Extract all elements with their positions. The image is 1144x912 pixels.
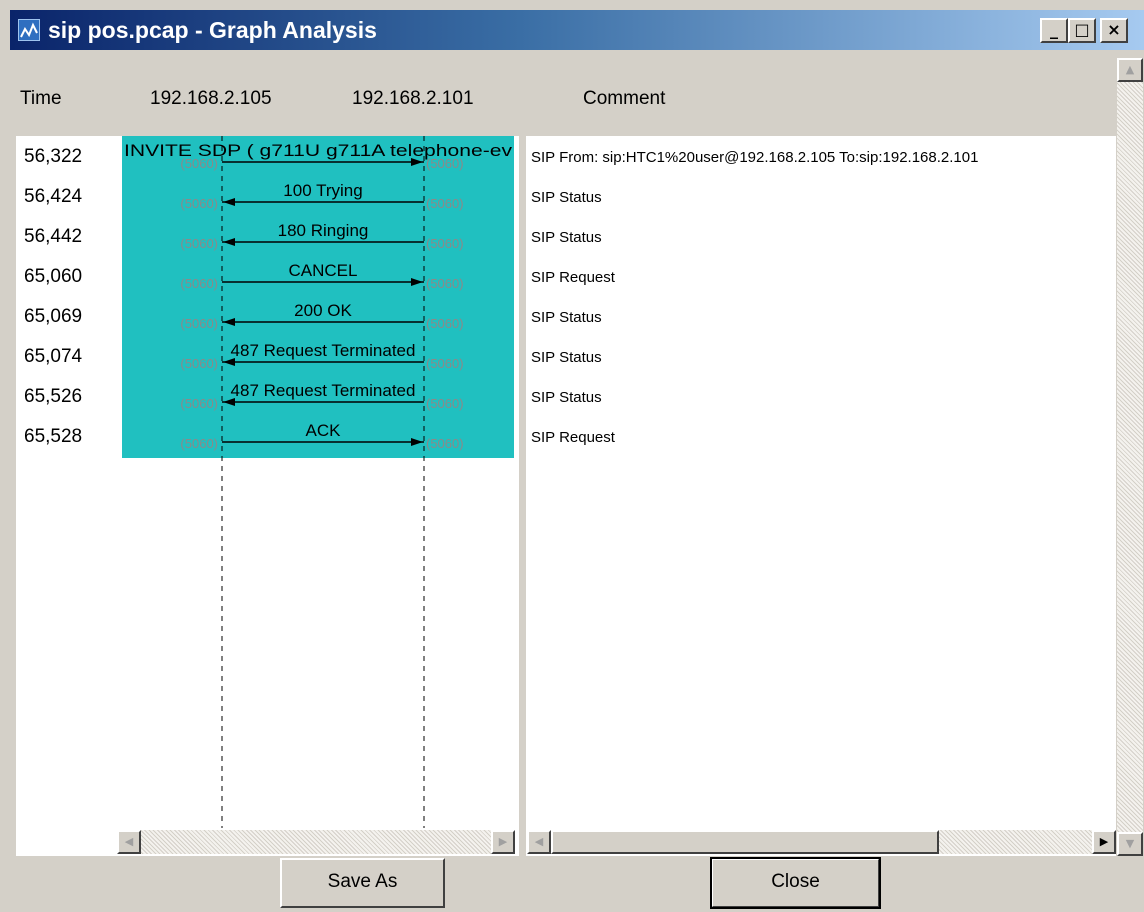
save-as-label: Save As (327, 871, 398, 892)
graph-scroll-right-button[interactable]: ▶ (491, 830, 515, 854)
header-host-b: 192.168.2.101 (352, 88, 474, 109)
message-label: ACK (306, 421, 342, 440)
flow-graph[interactable]: (5060) (5060) INVITE SDP ( g711U g711A tel… (122, 136, 514, 828)
dest-port-label: (5060) (426, 436, 464, 451)
comment-scroll-right-button[interactable]: ▶ (1092, 830, 1116, 854)
comment-cell[interactable]: SIP From: sip:HTC1%20user@192.168.2.105 … (531, 149, 978, 166)
graph-scroll-left-button[interactable]: ◀ (117, 830, 141, 854)
comment-horizontal-scrollbar[interactable]: ◀ ▶ (527, 830, 1116, 854)
save-as-button[interactable]: Save As (280, 858, 445, 908)
source-port-label: (5060) (180, 396, 218, 411)
source-port-label: (5060) (180, 276, 218, 291)
message-label: CANCEL (289, 261, 358, 280)
dest-port-label: (5060) (426, 396, 464, 411)
time-cell: 65,069 (24, 306, 83, 327)
time-cell: 65,526 (24, 386, 83, 407)
maximize-button[interactable]: □ (1068, 18, 1096, 43)
scroll-down-button[interactable]: ▼ (1117, 832, 1143, 856)
time-cell: 56,442 (24, 226, 83, 247)
dest-port-label: (5060) (426, 276, 464, 291)
message-label: 100 Trying (283, 181, 362, 200)
title-bar[interactable]: sip pos.pcap - Graph Analysis _ □ × (10, 10, 1144, 50)
close-window-button[interactable]: × (1100, 18, 1128, 43)
time-cell: 56,322 (24, 146, 83, 167)
source-port-label: (5060) (180, 356, 218, 371)
source-port-label: (5060) (180, 196, 218, 211)
header-host-a: 192.168.2.105 (150, 88, 272, 109)
comment-cell[interactable]: SIP Status (531, 189, 602, 206)
scroll-up-button[interactable]: ▲ (1117, 58, 1143, 82)
window-title: sip pos.pcap - Graph Analysis (48, 17, 377, 43)
header-time: Time (20, 88, 62, 109)
graph-analysis-window: sip pos.pcap - Graph Analysis _ □ × Time… (0, 0, 1144, 912)
flow-graph-canvas[interactable]: (5060) (5060) INVITE SDP ( g711U g711A tel… (122, 136, 514, 828)
source-port-label: (5060) (180, 236, 218, 251)
comment-cell[interactable]: SIP Status (531, 389, 602, 406)
dest-port-label: (5060) (426, 236, 464, 251)
dest-port-label: (5060) (426, 196, 464, 211)
dest-port-label: (5060) (426, 316, 464, 331)
comment-cell[interactable]: SIP Status (531, 309, 602, 326)
close-label: Close (771, 871, 820, 892)
header-comment: Comment (583, 88, 666, 109)
comment-cell[interactable]: SIP Request (531, 429, 615, 446)
source-port-label: (5060) (180, 316, 218, 331)
message-label: INVITE SDP ( g711U g711A telephone-ev (124, 141, 513, 160)
comment-scroll-left-button[interactable]: ◀ (527, 830, 551, 854)
minimize-button[interactable]: _ (1040, 18, 1068, 43)
comment-panel (526, 136, 1116, 856)
time-cell: 56,424 (24, 186, 83, 207)
comment-cell[interactable]: SIP Request (531, 269, 615, 286)
comment-scroll-thumb[interactable] (551, 830, 939, 854)
message-label: 180 Ringing (278, 221, 369, 240)
vertical-scrollbar[interactable]: ▲ ▼ (1117, 58, 1143, 856)
message-label: 487 Request Terminated (231, 381, 416, 400)
time-cell: 65,060 (24, 266, 83, 287)
time-cell: 65,528 (24, 426, 83, 447)
message-label: 487 Request Terminated (231, 341, 416, 360)
time-cell: 65,074 (24, 346, 83, 367)
comment-cell[interactable]: SIP Status (531, 349, 602, 366)
dest-port-label: (5060) (426, 356, 464, 371)
source-port-label: (5060) (180, 436, 218, 451)
message-label: 200 OK (294, 301, 352, 320)
comment-cell[interactable]: SIP Status (531, 229, 602, 246)
app-icon (18, 19, 40, 41)
graph-horizontal-scrollbar[interactable]: ◀ ▶ (117, 830, 515, 854)
close-button[interactable]: Close (710, 857, 881, 909)
